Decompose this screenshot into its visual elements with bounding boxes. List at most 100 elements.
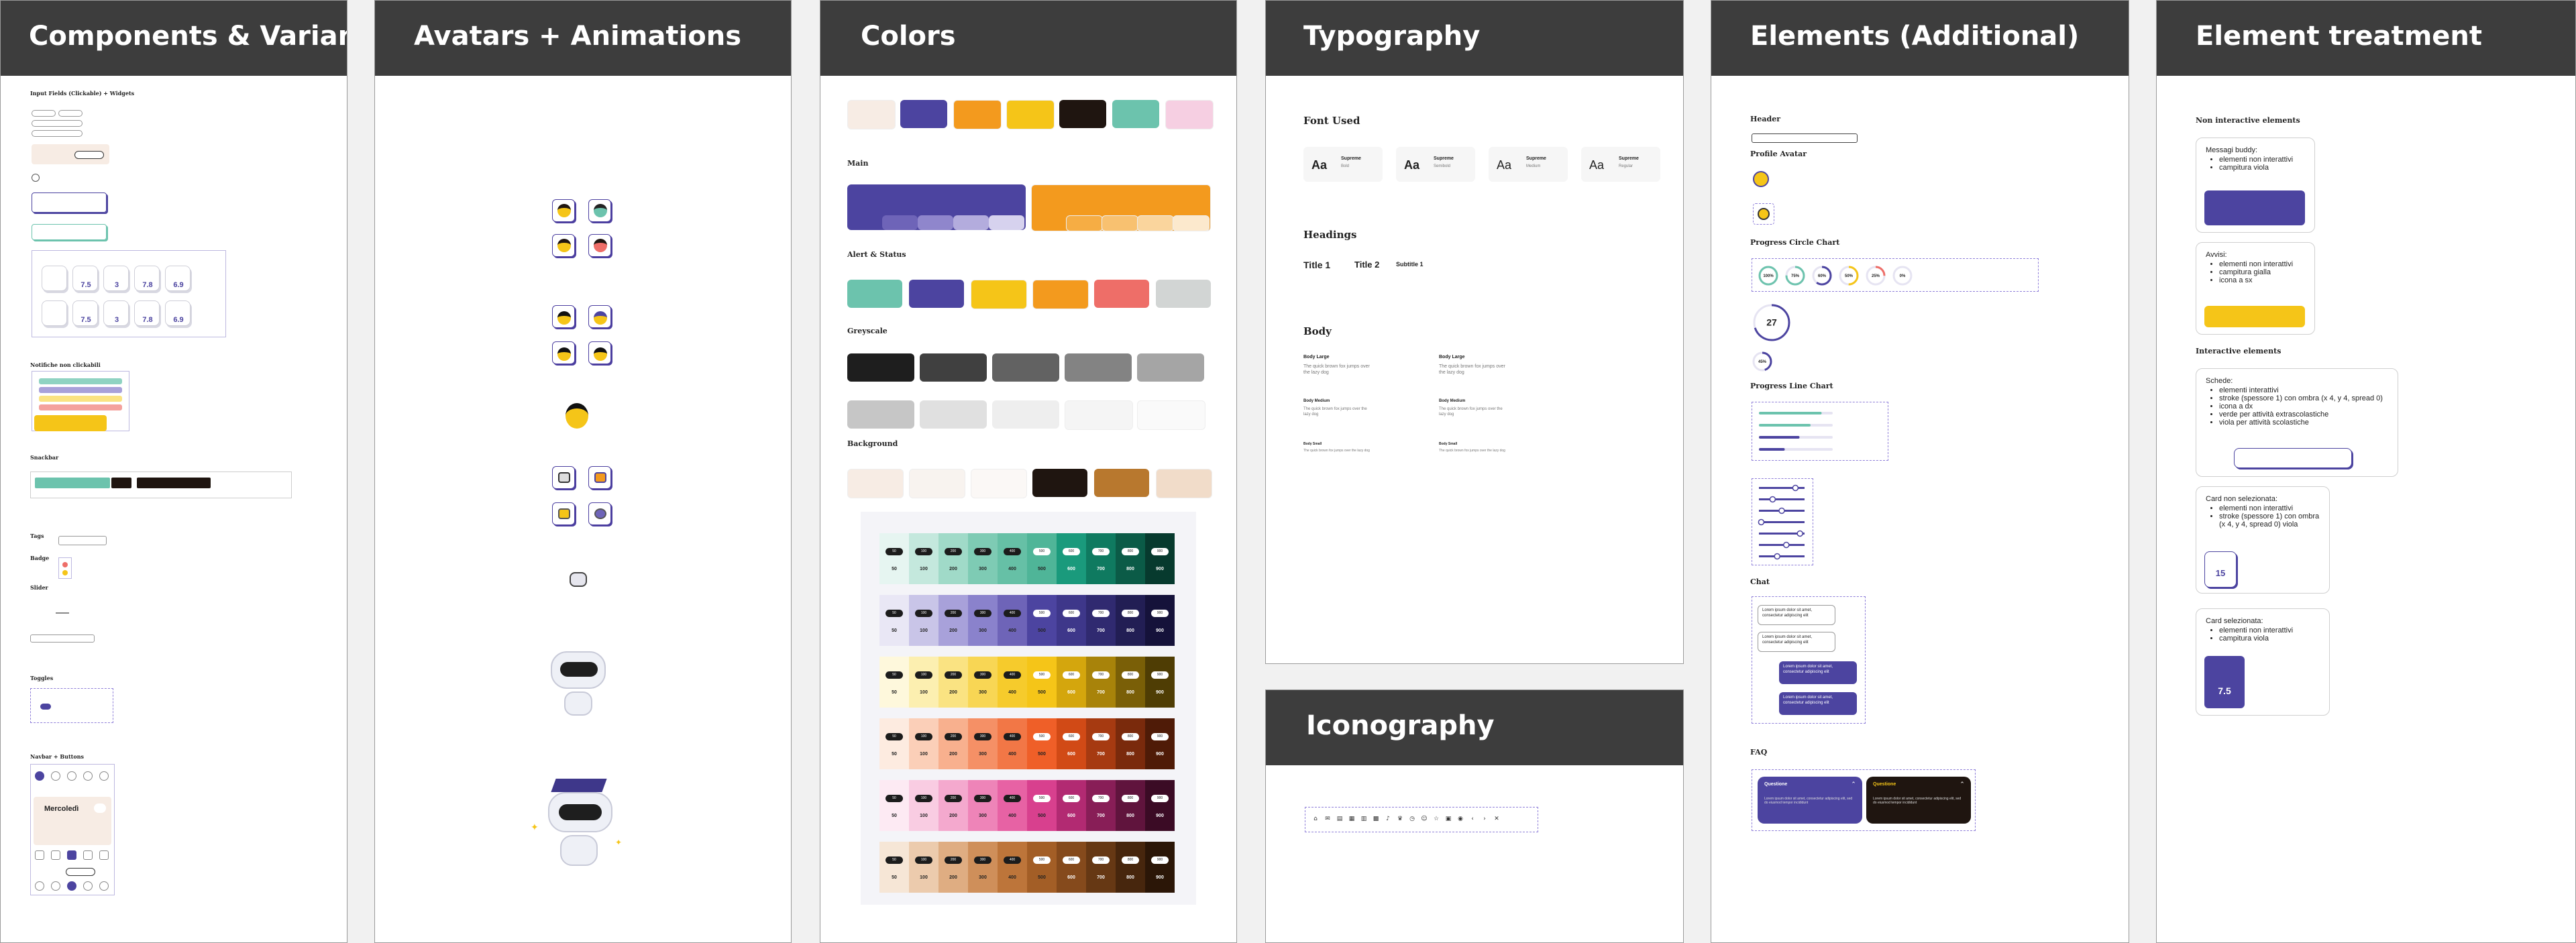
top-swatch [1112, 100, 1159, 128]
grade-widget-5[interactable]: 6.9 [165, 266, 191, 291]
progress-ring-label: 25% [1872, 274, 1880, 278]
tag-chip[interactable] [58, 536, 107, 545]
shade-step-label: 400 [1008, 690, 1016, 695]
shade-chip: 700 [1092, 610, 1110, 617]
grade-widget-3[interactable]: 3 [103, 266, 129, 291]
nav-icon-1[interactable] [35, 771, 44, 781]
note-card-unselected: Card non selezionata: elementi non inter… [2196, 486, 2330, 594]
user-icon: ☺ [1421, 816, 1428, 822]
tab-icon-4[interactable] [83, 850, 93, 860]
board-treatment: Element treatment Non interactive elemen… [2156, 0, 2576, 943]
stepper-control[interactable] [30, 634, 95, 643]
section-label-alert: Alert & Status [847, 250, 906, 259]
buddy-message-sample [2204, 190, 2305, 225]
palette-shade-cell: 300 300 [968, 533, 998, 584]
shade-step-label: 500 [1038, 690, 1046, 695]
slider-track[interactable] [1759, 555, 1805, 557]
shade-step-label: 300 [979, 814, 987, 818]
main-tint [989, 215, 1024, 230]
grade-widget-8[interactable]: 3 [103, 300, 129, 326]
card-unselected-sample[interactable]: 15 [2204, 551, 2237, 588]
shade-step-label: 200 [949, 567, 957, 571]
shade-chip: 400 [1004, 856, 1021, 864]
palette-shade-cell: 50 50 [879, 718, 909, 769]
board-header: Typography [1266, 1, 1683, 76]
grade-widget-7[interactable]: 7.5 [72, 300, 98, 326]
progress-ring-label: 45% [1758, 360, 1767, 364]
board-header: Avatars + Animations [375, 1, 791, 76]
grade-widget-9[interactable]: 7.8 [134, 300, 160, 326]
bottom-icon-5[interactable] [99, 881, 109, 891]
tab-icon-5[interactable] [99, 850, 109, 860]
body-medium-label-2: Body Medium [1439, 399, 1466, 403]
navbar-day-button[interactable] [94, 803, 106, 813]
shade-chip: 500 [1033, 795, 1051, 802]
note-card-selected: Card selezionata: elementi non interatti… [2196, 608, 2330, 716]
grade-widget-1[interactable] [42, 266, 67, 291]
grade-widget-2[interactable]: 7.5 [72, 266, 98, 291]
grade-widget-10[interactable]: 6.9 [165, 300, 191, 326]
slider-track[interactable] [56, 612, 69, 614]
slider-knob[interactable] [1783, 541, 1790, 549]
alert-sample [2204, 306, 2305, 327]
shade-step-label: 400 [1008, 567, 1016, 571]
slider-knob[interactable] [1758, 518, 1765, 526]
main-tint [1137, 215, 1174, 231]
input-mini-1[interactable] [32, 110, 56, 117]
palette-shade-cell: 50 50 [879, 657, 909, 708]
tab-icon-2[interactable] [51, 850, 60, 860]
slider-track[interactable] [1759, 544, 1805, 546]
slider-track[interactable] [1759, 498, 1805, 500]
calendar-icon: ▦ [1348, 816, 1355, 822]
grade-widget-6[interactable] [42, 300, 67, 326]
tab-icon-1[interactable] [35, 850, 44, 860]
slider-track[interactable] [1759, 521, 1805, 523]
slider-knob[interactable] [1778, 507, 1785, 514]
nav-icon-4[interactable] [83, 771, 93, 781]
scheda-sample[interactable] [2234, 448, 2352, 468]
nav-icon-2[interactable] [51, 771, 60, 781]
section-label-header: Header [1750, 115, 1781, 123]
slider-knob[interactable] [1769, 496, 1776, 503]
snackbar-dark-short [111, 478, 131, 488]
shade-chip: 50 [885, 671, 903, 679]
heading-title1: Title 1 [1303, 260, 1331, 270]
palette-panel: 50 50 100 100 200 200 300 300 400 400 500 500 600 600… [861, 512, 1196, 905]
greyscale-swatch [1065, 400, 1133, 430]
slider-knob[interactable] [1774, 553, 1780, 560]
shade-chip: 800 [1122, 610, 1139, 617]
radio-button[interactable] [32, 174, 40, 182]
slider-knob[interactable] [1796, 530, 1803, 537]
input-mini-3[interactable] [32, 120, 83, 127]
board-iconography: Iconography ⌂ ✉ ▤ ▦ ▥ ▩ ♪ ♛ ◷ ☺ ☆ ▣ ◉ ‹ … [1265, 689, 1684, 943]
avatar-robot-2 [588, 466, 611, 489]
navbar-action-button[interactable] [66, 868, 95, 876]
nav-icon-5[interactable] [99, 771, 109, 781]
slider-controls[interactable] [1752, 479, 1814, 566]
faq-card-purple[interactable]: Questione ⌃ Lorem ipsum dolor sit amet, … [1758, 777, 1862, 824]
palette-shade-cell: 200 200 [938, 718, 968, 769]
select-field-purple[interactable] [32, 192, 107, 213]
grade-widget-4[interactable]: 7.8 [134, 266, 160, 291]
palette-shade-cell: 200 200 [938, 780, 968, 831]
bottom-icon-3[interactable] [67, 881, 76, 891]
bottom-icon-1[interactable] [35, 881, 44, 891]
avatar-robot-1 [552, 466, 575, 489]
faq-card-dark[interactable]: Questione ⌃ Lorem ipsum dolor sit amet, … [1866, 777, 1971, 824]
input-mini-2[interactable] [58, 110, 83, 117]
nav-icon-3[interactable] [67, 771, 76, 781]
bottom-icon-4[interactable] [83, 881, 93, 891]
slider-knob[interactable] [1792, 484, 1799, 492]
shade-step-label: 900 [1156, 814, 1164, 818]
bottom-icon-2[interactable] [51, 881, 60, 891]
board-title: Typography [1303, 21, 1481, 52]
toggle-chip[interactable] [74, 151, 104, 159]
shade-step-label: 400 [1008, 814, 1016, 818]
input-field[interactable] [32, 130, 83, 137]
card-selected-sample[interactable]: 7.5 [2204, 656, 2245, 708]
select-field-teal[interactable] [32, 224, 107, 240]
tab-icon-3[interactable] [67, 850, 76, 860]
toggle-switch[interactable] [40, 704, 51, 710]
shade-chip: 500 [1033, 856, 1051, 864]
greyscale-swatch [992, 400, 1059, 429]
